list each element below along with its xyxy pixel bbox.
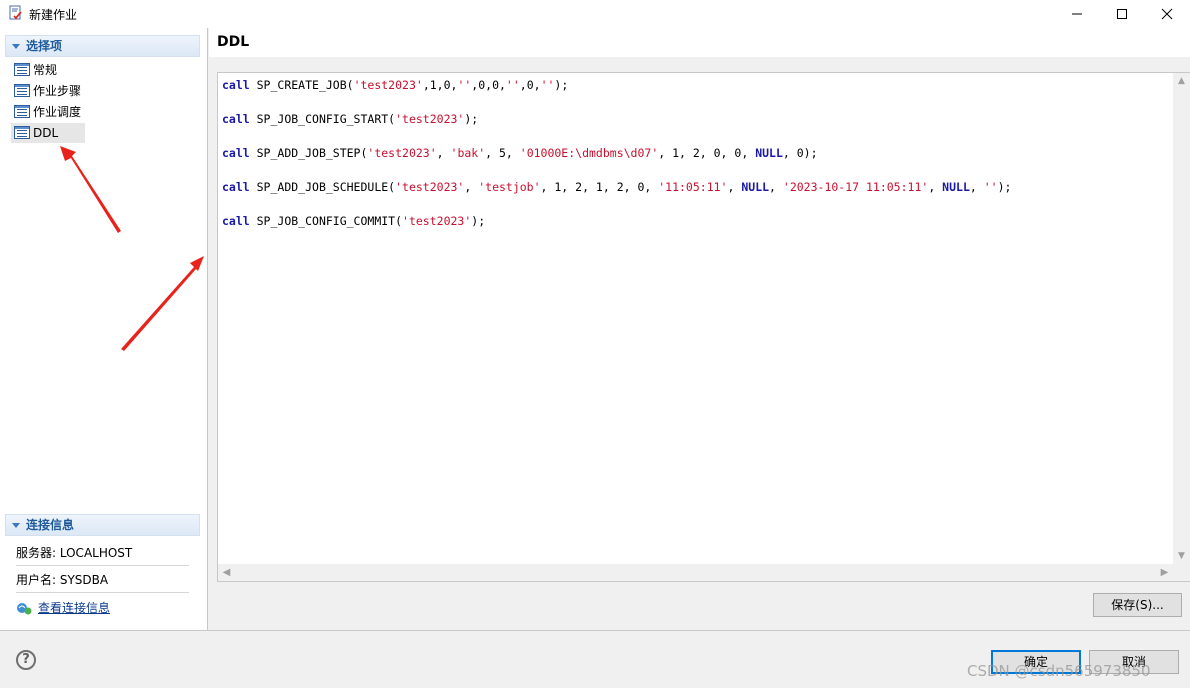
page-title: DDL	[209, 28, 1190, 57]
code-content: call SP_CREATE_JOB('test2023',1,0,'',0,0…	[222, 77, 1011, 247]
collapse-triangle-icon	[12, 523, 20, 528]
maximize-button[interactable]	[1099, 0, 1145, 28]
dialog-footer: ? 确定 取消 CSDN @csdn565973850	[0, 630, 1190, 688]
scroll-left-icon[interactable]: ◀	[218, 564, 235, 581]
help-icon[interactable]: ?	[16, 650, 36, 670]
left-panel: 选择项 常规 作业步骤 作业调度 DDL 连接信息 服务器: LOCALHOST…	[0, 28, 208, 630]
list-icon	[14, 63, 30, 76]
maximize-icon	[1117, 9, 1127, 19]
title-bar: 新建作业	[0, 0, 1190, 28]
list-icon	[14, 126, 30, 139]
scroll-up-icon[interactable]: ▲	[1173, 73, 1190, 90]
minimize-icon	[1072, 13, 1082, 15]
list-icon	[14, 105, 30, 118]
close-button[interactable]	[1144, 0, 1190, 28]
window-title: 新建作业	[29, 8, 78, 22]
user-info: 用户名: SYSDBA	[16, 567, 189, 593]
sidebar-item-general[interactable]: 常规	[11, 60, 85, 80]
sidebar-item-job-steps[interactable]: 作业步骤	[11, 81, 85, 101]
minimize-button[interactable]	[1054, 0, 1100, 28]
sidebar-item-ddl[interactable]: DDL	[11, 123, 85, 143]
connection-section-label: 连接信息	[26, 518, 75, 532]
code-line: call SP_ADD_JOB_SCHEDULE('test2023', 'te…	[222, 180, 1012, 194]
options-section-header[interactable]: 选择项	[5, 35, 200, 57]
code-line: call SP_JOB_CONFIG_COMMIT('test2023');	[222, 214, 486, 228]
code-line: call SP_JOB_CONFIG_START('test2023');	[222, 112, 479, 126]
sidebar-item-label: DDL	[33, 126, 59, 140]
horizontal-scrollbar[interactable]: ◀ ▶	[218, 564, 1190, 581]
connection-info-icon	[17, 603, 32, 615]
scroll-right-icon[interactable]: ▶	[1156, 564, 1173, 581]
code-line: call SP_CREATE_JOB('test2023',1,0,'',0,0…	[222, 78, 569, 92]
sidebar-item-label: 常规	[33, 63, 58, 77]
view-connection-info-link[interactable]: 查看连接信息	[16, 599, 110, 616]
ddl-code-editor[interactable]: call SP_CREATE_JOB('test2023',1,0,'',0,0…	[217, 72, 1190, 582]
list-icon	[14, 84, 30, 97]
watermark: CSDN @csdn565973850	[967, 662, 1151, 680]
ddl-page: DDL call SP_CREATE_JOB('test2023',1,0,''…	[209, 28, 1190, 630]
close-icon	[1161, 8, 1173, 20]
vertical-scrollbar[interactable]: ▲ ▼	[1173, 73, 1190, 565]
save-button[interactable]: 保存(S)...	[1093, 593, 1182, 617]
server-info: 服务器: LOCALHOST	[16, 540, 189, 566]
job-icon	[9, 5, 22, 20]
sidebar-item-label: 作业步骤	[33, 84, 82, 98]
connection-section-header[interactable]: 连接信息	[5, 514, 200, 536]
view-connection-info-label: 查看连接信息	[38, 601, 111, 615]
options-section-label: 选择项	[26, 39, 63, 53]
scroll-down-icon[interactable]: ▼	[1173, 548, 1190, 565]
code-line: call SP_ADD_JOB_STEP('test2023', 'bak', …	[222, 146, 818, 160]
collapse-triangle-icon	[12, 44, 20, 49]
sidebar-item-job-schedule[interactable]: 作业调度	[11, 102, 85, 122]
sidebar-item-label: 作业调度	[33, 105, 82, 119]
